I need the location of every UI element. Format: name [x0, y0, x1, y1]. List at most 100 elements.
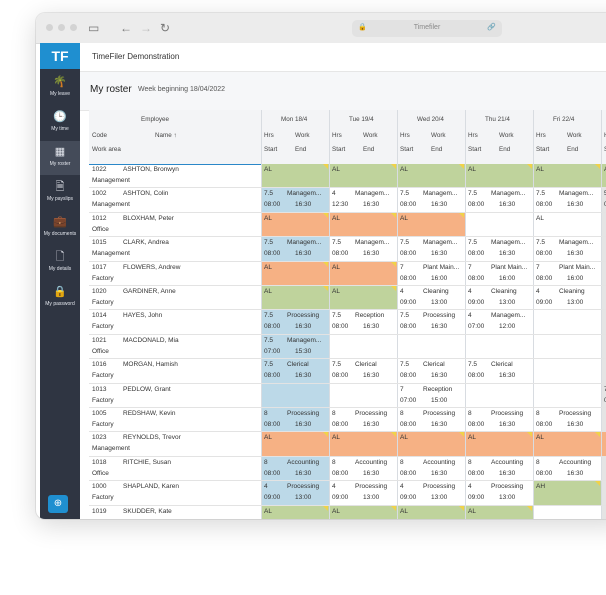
roster-cell[interactable]: [398, 335, 465, 358]
roster-cell[interactable]: [330, 261, 397, 285]
roster-cell[interactable]: [602, 456, 606, 481]
roster-cell[interactable]: [602, 505, 606, 519]
roster-cell[interactable]: [330, 164, 397, 188]
roster-cell[interactable]: [534, 310, 601, 333]
employee-name[interactable]: FLOWERS, Andrew: [123, 264, 180, 271]
sidebar-toggle-icon[interactable]: ▭: [88, 20, 99, 36]
roster-cell[interactable]: [534, 213, 601, 236]
roster-cell[interactable]: [398, 212, 465, 237]
roster-cell[interactable]: [602, 310, 606, 334]
sidebar-item-my-details[interactable]: 🗋 My details: [40, 246, 80, 280]
employee-name[interactable]: GARDINER, Anne: [123, 288, 176, 295]
employee-work-area: Factory: [92, 299, 114, 306]
employee-code: 1014: [92, 312, 107, 320]
roster-cell[interactable]: [330, 432, 397, 456]
employee-name[interactable]: HAYES, John: [123, 312, 162, 319]
roster-cell[interactable]: [262, 432, 329, 456]
roster-cell[interactable]: [534, 335, 601, 358]
roster-cell[interactable]: [262, 286, 329, 310]
roster-cell[interactable]: [466, 213, 533, 236]
sidebar-item-my-payslips[interactable]: 🗎 My payslips: [40, 176, 80, 210]
reload-icon[interactable]: ↻: [160, 20, 170, 36]
roster-cell[interactable]: [602, 334, 606, 359]
cell-end: 13:00: [499, 494, 516, 502]
day-header: Thu 21/4: [485, 116, 510, 123]
roster-cell[interactable]: [602, 237, 606, 261]
window-zoom-dot[interactable]: [70, 24, 77, 31]
roster-cell[interactable]: [330, 212, 397, 237]
forward-arrow-icon[interactable]: →: [140, 20, 152, 36]
sidebar-item-my-password[interactable]: 🔒 My password: [40, 281, 80, 315]
roster-cell[interactable]: [602, 432, 606, 456]
cell-hours: 7.5: [400, 361, 410, 369]
employee-name[interactable]: ASHTON, Bronwyn: [123, 166, 179, 173]
employee-name[interactable]: BLOXHAM, Peter: [123, 215, 174, 222]
cell-start: 08:00: [400, 323, 417, 331]
roster-cell[interactable]: [330, 335, 397, 358]
roster-cell[interactable]: [466, 432, 533, 456]
roster-cell[interactable]: [398, 432, 465, 456]
roster-cell[interactable]: [602, 212, 606, 237]
cell-work: Reception: [355, 312, 385, 320]
sidebar-item-label: My time: [51, 126, 69, 132]
employee-name[interactable]: MACDONALD, Mia: [123, 337, 179, 344]
roster-cell[interactable]: [330, 384, 397, 407]
roster-cell[interactable]: [602, 481, 606, 505]
employee-name[interactable]: REDSHAW, Kevin: [123, 410, 176, 417]
roster-cell[interactable]: [602, 408, 606, 432]
hrs-header: Hrs: [536, 132, 546, 139]
roster-cell[interactable]: [262, 261, 329, 285]
employee-name[interactable]: SKUDDER, Kate: [123, 508, 172, 515]
cell-work: Managem...: [287, 190, 322, 198]
roster-cell[interactable]: [602, 359, 606, 383]
roster-cell[interactable]: [262, 383, 329, 407]
roster-cell[interactable]: [466, 335, 533, 358]
zoom-icon[interactable]: ⊕: [48, 495, 68, 513]
roster-cell[interactable]: [466, 505, 533, 519]
roster-cell[interactable]: [398, 164, 465, 188]
employee-name[interactable]: RITCHIE, Susan: [123, 459, 171, 466]
roster-cell[interactable]: [534, 432, 601, 456]
employee-name[interactable]: PEDLOW, Grant: [123, 386, 171, 393]
roster-cell[interactable]: [534, 506, 601, 519]
roster-cell[interactable]: [262, 164, 329, 188]
back-arrow-icon[interactable]: ←: [120, 20, 132, 36]
roster-cell[interactable]: [466, 384, 533, 407]
employee-name[interactable]: SHAPLAND, Karen: [123, 483, 179, 490]
employee-name[interactable]: CLARK, Andrea: [123, 239, 169, 246]
employee-work-area: Management: [92, 250, 130, 258]
cell-start: 09:00: [264, 494, 281, 502]
roster-cell[interactable]: [330, 286, 397, 310]
roster-cell[interactable]: [602, 286, 606, 310]
cell-hours: 7: [400, 385, 404, 393]
cell-hours: 7.5: [264, 239, 274, 247]
employee-code: 1022: [92, 166, 107, 173]
roster-cell[interactable]: [262, 212, 329, 237]
cell-work: Managem...: [287, 239, 322, 247]
window-minimize-dot[interactable]: [58, 24, 65, 31]
employee-work-area: Office: [92, 347, 109, 355]
roster-toolbar: My roster Week beginning 18/04/2022: [80, 72, 606, 111]
roster-cell[interactable]: [330, 505, 397, 519]
roster-cell[interactable]: [534, 359, 601, 382]
sidebar-item-my-roster[interactable]: ▦ My roster: [40, 141, 80, 175]
name-header[interactable]: Name ↑: [155, 132, 177, 139]
roster-cell[interactable]: [466, 164, 533, 188]
link-icon[interactable]: 🔗: [487, 23, 496, 31]
employee-name[interactable]: MORGAN, Hamish: [123, 361, 178, 368]
sidebar-item-my-leave[interactable]: 🌴 My leave: [40, 71, 80, 105]
roster-cell[interactable]: [534, 384, 601, 407]
roster-cell[interactable]: [534, 164, 601, 188]
employee-name[interactable]: REYNOLDS, Trevor: [123, 434, 181, 441]
roster-cell[interactable]: [398, 505, 465, 519]
cell-hours: AL: [264, 507, 272, 515]
employee-name[interactable]: ASHTON, Colin: [123, 190, 168, 197]
window-close-dot[interactable]: [46, 24, 53, 31]
cell-end: 16:30: [363, 469, 380, 477]
address-bar[interactable]: 🔒 Timefiler 🔗: [352, 20, 502, 37]
sidebar-item-my-time[interactable]: 🕒 My time: [40, 106, 80, 140]
roster-cell[interactable]: [602, 261, 606, 285]
roster-cell[interactable]: [262, 505, 329, 519]
leave-flag-marker: [391, 505, 396, 511]
sidebar-item-my-documents[interactable]: 💼 My documents: [40, 211, 80, 245]
